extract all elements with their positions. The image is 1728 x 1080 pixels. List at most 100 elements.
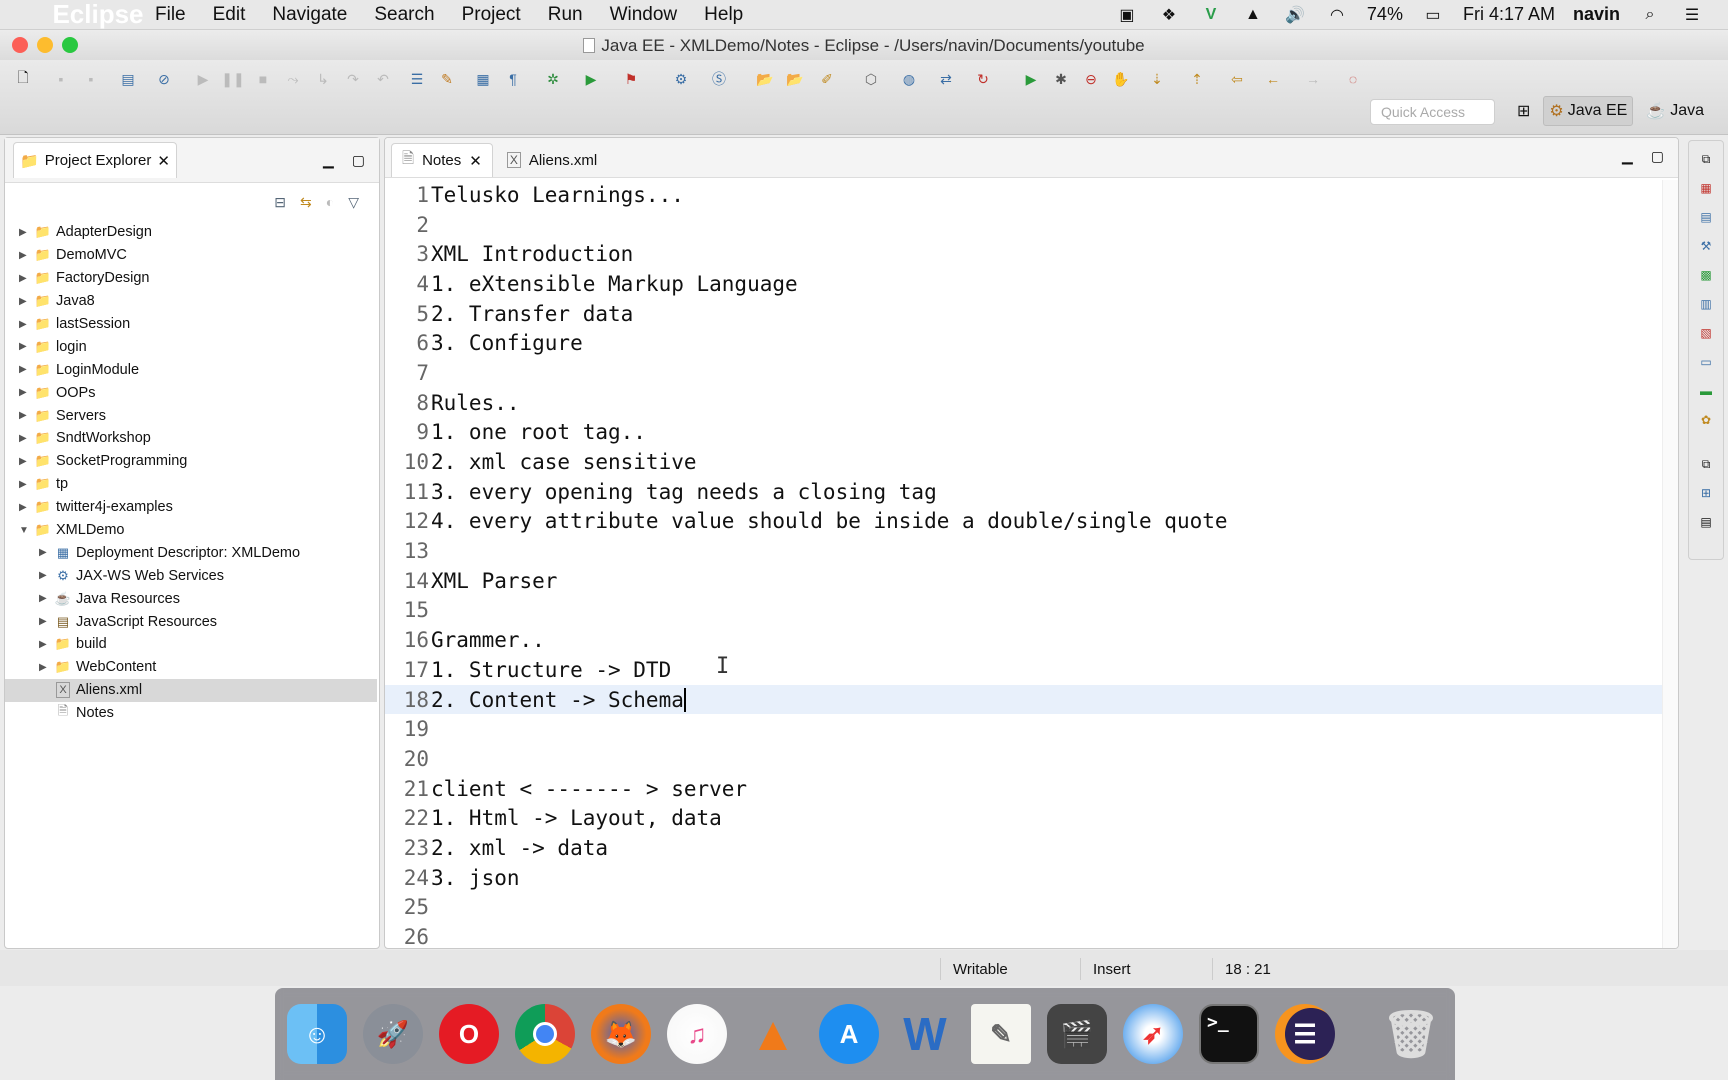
block-selection-icon[interactable]: ▦ xyxy=(472,68,494,90)
data-source-view-icon[interactable]: ▬ xyxy=(1695,380,1717,402)
sync-icon[interactable]: ⇄ xyxy=(935,68,957,90)
save-icon[interactable]: ▪ xyxy=(50,68,72,90)
filter-icon[interactable]: ◐ xyxy=(326,194,334,210)
code-line[interactable]: 5 2. Transfer data xyxy=(385,299,1662,329)
code-line[interactable]: 12 4. every attribute value should be ins… xyxy=(385,507,1662,537)
collapsed-arrow-icon[interactable]: ▶ xyxy=(19,387,33,398)
tree-item-javascript-resources[interactable]: ▶ ▤ JavaScript Resources xyxy=(19,610,379,633)
code-line[interactable]: 2 xyxy=(385,210,1662,240)
volume-icon[interactable]: 🔊 xyxy=(1283,6,1307,24)
code-line[interactable]: 9 1. one root tag.. xyxy=(385,418,1662,448)
save-all-icon[interactable]: ▪ xyxy=(80,68,102,90)
profile-icon[interactable]: ✱ xyxy=(1050,68,1072,90)
tab-notes[interactable]: 🗎 Notes ✕ xyxy=(391,143,493,177)
vlc-icon[interactable]: ▲ xyxy=(743,1004,803,1064)
collapsed-arrow-icon[interactable]: ▶ xyxy=(19,433,33,444)
perspective-java[interactable]: ☕ Java xyxy=(1641,96,1709,126)
step-return-icon[interactable]: ↶ xyxy=(372,68,394,90)
collapsed-arrow-icon[interactable]: ▶ xyxy=(19,319,33,330)
tree-item-loginmodule[interactable]: ▶ 📁 LoginModule xyxy=(19,358,379,381)
hand-icon[interactable]: ✋ xyxy=(1110,68,1132,90)
menu-project[interactable]: Project xyxy=(462,4,521,26)
code-line[interactable]: 7 xyxy=(385,358,1662,388)
terminal-icon[interactable]: >_ xyxy=(1199,1004,1259,1064)
notification-center-icon[interactable]: ☰ xyxy=(1680,6,1704,24)
code-line[interactable]: 6 3. Configure xyxy=(385,328,1662,358)
menu-help[interactable]: Help xyxy=(704,4,743,26)
tree-item-twitter4j-examples[interactable]: ▶ 📁 twitter4j-examples xyxy=(19,496,379,519)
open-folder-icon[interactable]: 📂 xyxy=(784,68,806,90)
tree-item-servers[interactable]: ▶ 📁 Servers xyxy=(19,404,379,427)
tree-item-jax-ws-web-services[interactable]: ▶ ⚙ JAX-WS Web Services xyxy=(19,564,379,587)
disconnect-icon[interactable]: ⤳ xyxy=(282,68,304,90)
code-line[interactable]: 26 xyxy=(385,922,1662,948)
menu-navigate[interactable]: Navigate xyxy=(272,4,347,26)
suspend-icon[interactable]: ❚❚ xyxy=(221,68,244,90)
view-menu-icon[interactable]: ▽ xyxy=(348,194,359,211)
perspective-java-ee[interactable]: ⚙ Java EE xyxy=(1543,96,1634,126)
restore-icon[interactable]: ⧉ xyxy=(1695,148,1717,170)
menu-run[interactable]: Run xyxy=(548,4,583,26)
code-line[interactable]: 13 xyxy=(385,536,1662,566)
vysor-icon[interactable]: V xyxy=(1199,6,1223,24)
properties-view-icon[interactable]: ▥ xyxy=(1695,293,1717,315)
problems-view-icon[interactable]: ▧ xyxy=(1695,322,1717,344)
minimize-editor-icon[interactable]: ▁ xyxy=(1622,148,1633,165)
chrome-icon[interactable] xyxy=(515,1004,575,1064)
collapsed-arrow-icon[interactable]: ▶ xyxy=(19,502,33,513)
opera-icon[interactable]: O xyxy=(439,1004,499,1064)
code-line[interactable]: 25 xyxy=(385,893,1662,923)
minimize-view-icon[interactable]: ▁ xyxy=(323,152,334,169)
tree-item-oops[interactable]: ▶ 📁 OOPs xyxy=(19,381,379,404)
tree-item-notes[interactable]: 🗎 Notes xyxy=(19,702,379,725)
tree-item-webcontent[interactable]: ▶ 📁 WebContent xyxy=(19,656,379,679)
menu-window[interactable]: Window xyxy=(610,4,678,26)
console-view-icon[interactable]: ▭ xyxy=(1695,351,1717,373)
code-line[interactable]: 16 Grammer.. xyxy=(385,625,1662,655)
collapsed-arrow-icon[interactable]: ▶ xyxy=(19,273,33,284)
itunes-icon[interactable]: ♫ xyxy=(667,1004,727,1064)
code-line[interactable]: 3 XML Introduction xyxy=(385,239,1662,269)
maximize-editor-icon[interactable]: ▢ xyxy=(1651,148,1664,165)
code-line[interactable]: 10 2. xml case sensitive xyxy=(385,447,1662,477)
tree-item-demomvc[interactable]: ▶ 📁 DemoMVC xyxy=(19,244,379,267)
camera-icon[interactable]: ▣ xyxy=(1115,6,1139,24)
close-tab-icon[interactable]: ✕ xyxy=(469,152,482,170)
code-line[interactable]: 14 XML Parser xyxy=(385,566,1662,596)
collapsed-arrow-icon[interactable]: ▶ xyxy=(19,296,33,307)
search-view-icon[interactable]: ▤ xyxy=(1695,511,1717,533)
tree-item-sndtworkshop[interactable]: ▶ 📁 SndtWorkshop xyxy=(19,427,379,450)
dropbox-icon[interactable]: ❖ xyxy=(1157,6,1181,24)
tree-item-adapterdesign[interactable]: ▶ 📁 AdapterDesign xyxy=(19,221,379,244)
launchpad-icon[interactable]: 🚀 xyxy=(363,1004,423,1064)
code-line[interactable]: 22 1. Html -> Layout, data xyxy=(385,803,1662,833)
wifi-icon[interactable]: ◠ xyxy=(1325,6,1349,24)
server-icon[interactable]: ▤ xyxy=(117,68,139,90)
pin-icon[interactable]: ◌ xyxy=(1342,68,1364,90)
show-whitespace-icon[interactable]: ¶ xyxy=(502,68,524,90)
maximize-view-icon[interactable]: ▢ xyxy=(352,152,365,169)
collapsed-arrow-icon[interactable]: ▶ xyxy=(19,410,33,421)
collapsed-arrow-icon[interactable]: ▶ xyxy=(39,593,53,604)
external-tools-icon[interactable]: ⚙ xyxy=(670,68,692,90)
menu-file[interactable]: File xyxy=(155,4,186,26)
hierarchy-view-icon[interactable]: ⊞ xyxy=(1695,482,1717,504)
clock[interactable]: Fri 4:17 AM xyxy=(1463,4,1555,25)
collapsed-arrow-icon[interactable]: ▶ xyxy=(19,479,33,490)
previous-annotation-icon[interactable]: ⇡ xyxy=(1186,68,1208,90)
code-line[interactable]: 15 xyxy=(385,596,1662,626)
safari-icon[interactable]: ➶ xyxy=(1123,1004,1183,1064)
refresh-icon[interactable]: ↻ xyxy=(972,68,994,90)
close-icon[interactable]: ✕ xyxy=(157,152,170,170)
code-line[interactable]: 4 1. eXtensible Markup Language xyxy=(385,269,1662,299)
snippets-view-icon[interactable]: ✿ xyxy=(1695,409,1717,431)
user-name[interactable]: navin xyxy=(1573,4,1620,25)
tree-item-tp[interactable]: ▶ 📁 tp xyxy=(19,473,379,496)
collapsed-arrow-icon[interactable]: ▶ xyxy=(19,250,33,261)
textedit-icon[interactable]: ✎ xyxy=(971,1004,1031,1064)
run-icon[interactable]: ▶ xyxy=(580,68,602,90)
code-line[interactable]: 1 Telusko Learnings... xyxy=(385,180,1662,210)
code-line[interactable]: 23 2. xml -> data xyxy=(385,833,1662,863)
collapse-all-icon[interactable]: ⊟ xyxy=(274,194,286,211)
code-line[interactable]: 20 xyxy=(385,744,1662,774)
